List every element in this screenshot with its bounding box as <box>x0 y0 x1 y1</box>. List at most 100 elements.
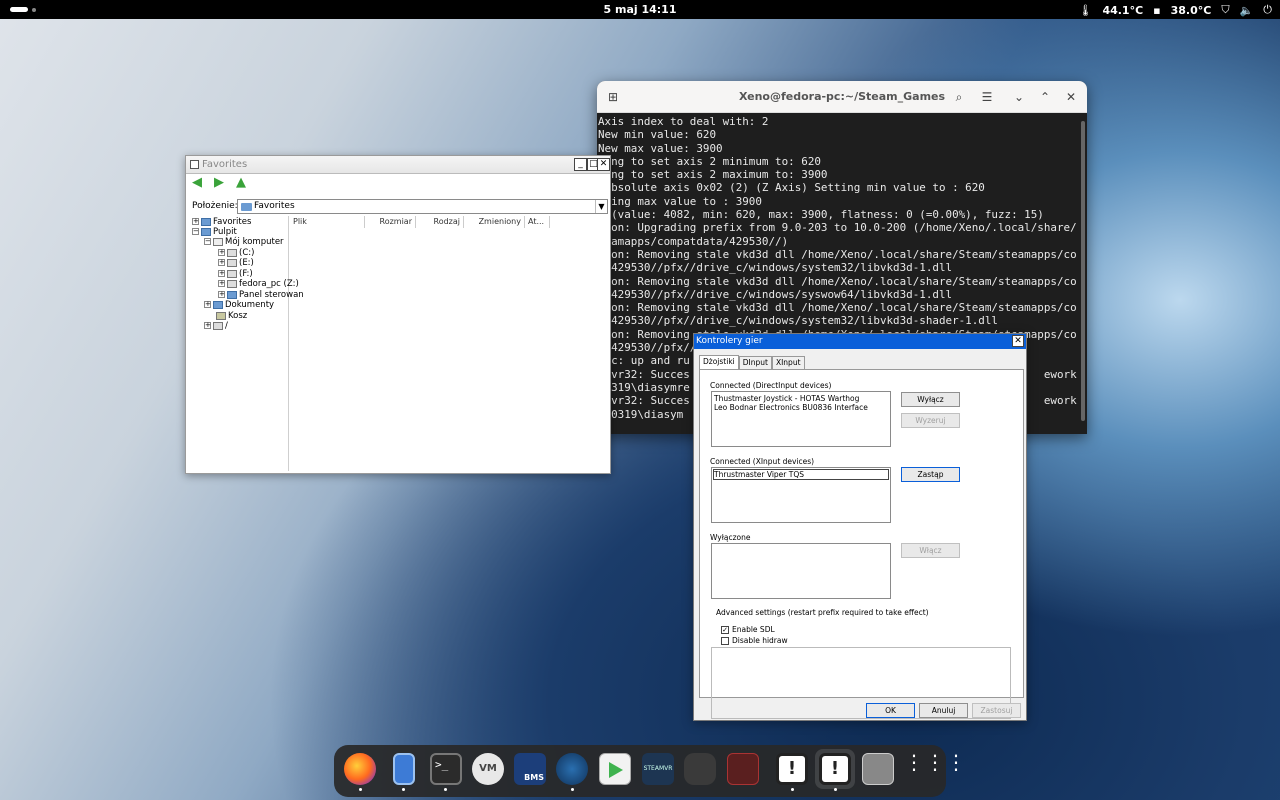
ok-button[interactable]: OK <box>866 703 915 718</box>
enable-sdl-checkbox[interactable]: ✓ Enable SDL <box>721 625 775 634</box>
tab-dinput[interactable]: DInput <box>738 356 772 369</box>
directinput-list[interactable]: Thustmaster Joystick - HOTAS Warthog Leo… <box>711 391 891 447</box>
terminal-scrollbar[interactable] <box>1081 121 1085 421</box>
wine-alert-icon[interactable]: ! <box>776 753 808 785</box>
list-item[interactable]: Thustmaster Joystick - HOTAS Warthog <box>714 394 888 403</box>
media-player-icon[interactable] <box>599 753 631 785</box>
column-attributes[interactable]: At... <box>525 216 550 228</box>
system-tray[interactable]: 🌡 44.1°C ▪ 38.0°C ⛉ 🔈 ⏻ <box>1078 3 1272 17</box>
back-arrow-icon[interactable]: ◀ <box>192 176 206 189</box>
chevron-down-icon[interactable]: ▼ <box>595 200 607 213</box>
notes-icon[interactable] <box>393 753 415 785</box>
tab-xinput[interactable]: XInput <box>771 356 805 369</box>
folder-tree[interactable]: + Favorites − Pulpit − Mój komputer + (C:) +… <box>188 216 304 471</box>
terminal-line: ying to set axis 2 minimum to: 620 <box>598 154 821 168</box>
list-item[interactable]: Thrustmaster Viper TQS <box>713 469 889 480</box>
tree-item-desktop[interactable]: − Pulpit <box>192 227 237 237</box>
xinput-list[interactable]: Thrustmaster Viper TQS <box>711 467 891 523</box>
tree-item-drive-f[interactable]: + (F:) <box>218 269 253 279</box>
checkbox-unchecked-icon[interactable] <box>721 637 729 645</box>
checkbox-checked-icon[interactable]: ✓ <box>721 626 729 634</box>
disable-button[interactable]: Wyłącz <box>901 392 960 407</box>
tree-item-control-panel[interactable]: + Panel sterowan <box>218 290 304 300</box>
disable-hidraw-checkbox[interactable]: Disable hidraw <box>721 636 788 645</box>
list-item[interactable]: Leo Bodnar Electronics BU0836 Interface <box>714 403 888 412</box>
falcon-bms-icon[interactable]: BMS <box>514 753 546 785</box>
tree-item-drive-z[interactable]: + fedora_pc (Z:) <box>218 279 299 289</box>
game-icon[interactable] <box>727 753 759 785</box>
forward-arrow-icon[interactable]: ▶ <box>214 176 228 189</box>
enable-button[interactable]: Włącz <box>901 543 960 558</box>
vr-headset-icon[interactable] <box>684 753 716 785</box>
window-icon <box>190 160 199 169</box>
apply-button[interactable]: Zastosuj <box>972 703 1021 718</box>
column-size[interactable]: Rozmiar <box>365 216 416 228</box>
clock[interactable]: 5 maj 14:11 <box>600 3 680 16</box>
folder-icon <box>241 203 252 211</box>
tree-label: fedora_pc (Z:) <box>239 279 299 289</box>
expand-icon[interactable]: + <box>204 322 211 329</box>
tree-item-drive-e[interactable]: + (E:) <box>218 258 254 268</box>
wine-alert-icon[interactable]: ! <box>819 753 851 785</box>
power-icon[interactable]: ⏻ <box>1263 3 1272 17</box>
collapse-icon[interactable]: − <box>204 238 211 245</box>
collapse-icon[interactable]: − <box>192 228 199 235</box>
activities-button[interactable] <box>10 7 28 12</box>
steamvr-icon[interactable]: STEAMVR <box>642 753 674 785</box>
drive-icon <box>227 258 237 267</box>
dialog-titlebar[interactable]: Kontrolery gier ✕ <box>694 334 1026 349</box>
expand-icon[interactable]: + <box>218 249 225 256</box>
up-arrow-icon[interactable]: ▲ <box>236 176 250 189</box>
tree-item-root[interactable]: + / <box>204 321 228 331</box>
expand-icon[interactable]: + <box>218 270 225 277</box>
menu-icon[interactable]: ☰ <box>975 85 999 109</box>
close-button[interactable]: ✕ <box>597 158 610 171</box>
reset-button[interactable]: Wyzeruj <box>901 413 960 428</box>
steam-icon[interactable] <box>556 753 588 785</box>
game-controllers-dialog[interactable]: Kontrolery gier ✕ Dżojstiki DInput XInpu… <box>693 333 1027 721</box>
expand-icon[interactable]: + <box>218 291 225 298</box>
vmware-icon[interactable]: VM <box>472 753 504 785</box>
tree-label: (E:) <box>239 258 254 268</box>
tab-joysticks[interactable]: Dżojstiki <box>699 355 739 369</box>
expand-icon[interactable]: + <box>204 301 211 308</box>
advanced-settings-label: Advanced settings (restart prefix requir… <box>715 608 930 617</box>
expand-icon[interactable]: + <box>218 259 225 266</box>
tree-item-favorites[interactable]: + Favorites <box>192 217 251 227</box>
disabled-list[interactable] <box>711 543 891 599</box>
terminal-line: tting max value to : 3900 <box>598 194 762 208</box>
favorites-window[interactable]: Favorites _ □ ✕ ◀ ▶ ▲ Położenie: Favorit… <box>185 155 611 474</box>
override-button[interactable]: Zastąp <box>901 467 960 482</box>
tree-item-trash[interactable]: Kosz <box>216 311 247 321</box>
running-indicator <box>834 788 837 791</box>
steam-games-icon[interactable] <box>862 753 894 785</box>
maximize-icon[interactable]: ⌃ <box>1033 85 1057 109</box>
column-modified[interactable]: Zmieniony <box>464 216 525 228</box>
tree-item-my-computer[interactable]: − Mój komputer <box>204 237 284 247</box>
column-file[interactable]: Plik <box>290 216 365 228</box>
terminal-icon[interactable]: >_ <box>430 753 462 785</box>
expand-icon[interactable]: + <box>218 280 225 287</box>
terminal-line: teamapps/compatdata/429530//) <box>598 234 789 248</box>
minimize-button[interactable]: _ <box>574 158 587 171</box>
drive-icon <box>227 269 237 278</box>
close-button[interactable]: ✕ <box>1012 335 1024 347</box>
gpu-temp: 38.0°C <box>1170 3 1212 17</box>
workspace-indicator[interactable] <box>32 8 36 12</box>
favorites-titlebar[interactable]: Favorites _ □ ✕ <box>186 156 610 174</box>
search-icon[interactable]: ⌕ <box>947 85 971 109</box>
volume-icon[interactable]: 🔈 <box>1240 4 1254 17</box>
tree-item-documents[interactable]: + Dokumenty <box>204 300 274 310</box>
firefox-icon[interactable] <box>344 753 376 785</box>
shield-icon[interactable]: ⛉ <box>1221 3 1229 17</box>
location-combo[interactable]: Favorites ▼ <box>237 199 608 214</box>
column-type[interactable]: Rodzaj <box>416 216 464 228</box>
minimize-icon[interactable]: ⌄ <box>1007 85 1031 109</box>
expand-icon[interactable]: + <box>192 218 199 225</box>
trash-icon <box>216 311 226 320</box>
app-grid-icon[interactable]: ⋮⋮⋮ <box>904 752 966 785</box>
disabled-label: Wyłączone <box>710 533 751 542</box>
close-icon[interactable]: ✕ <box>1059 85 1083 109</box>
tree-item-drive-c[interactable]: + (C:) <box>218 248 254 258</box>
cancel-button[interactable]: Anuluj <box>919 703 968 718</box>
